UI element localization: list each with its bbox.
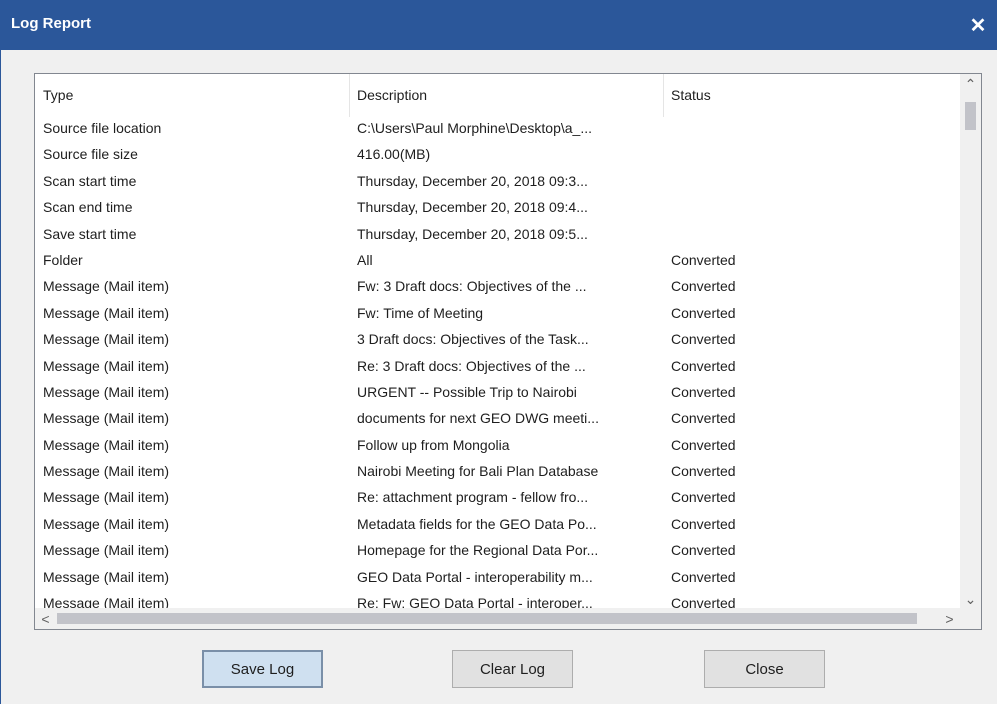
row-description-cell: Thursday, December 20, 2018 09:3... — [357, 172, 588, 189]
row-status-cell: Converted — [671, 436, 736, 453]
scroll-down-icon[interactable]: ⌄ — [960, 589, 981, 610]
scroll-up-icon[interactable]: ⌃ — [960, 74, 981, 95]
scroll-right-icon[interactable]: > — [939, 608, 960, 629]
row-type-cell: Message (Mail item) — [43, 436, 170, 453]
log-list[interactable]: Type Description Status Source file loca… — [34, 73, 982, 630]
row-type-cell: Message (Mail item) — [43, 331, 170, 348]
table-row[interactable]: Message (Mail item) URGENT -- Possible Tr… — [35, 379, 960, 405]
horizontal-scrollbar[interactable]: < > — [35, 608, 960, 629]
row-description-cell: 3 Draft docs: Objectives of the Task... — [357, 331, 589, 348]
row-type-cell: Message (Mail item) — [43, 515, 170, 532]
table-row[interactable]: Message (Mail item) Fw: 3 Draft docs: Obj… — [35, 273, 960, 299]
row-description-cell: Homepage for the Regional Data Por... — [357, 542, 599, 559]
scrollbar-corner — [960, 608, 981, 629]
row-type-cell: Source file location — [43, 120, 162, 136]
row-type-cell: Message (Mail item) — [43, 304, 170, 321]
table-row[interactable]: Message (Mail item) Follow up from Mongol… — [35, 432, 960, 458]
row-status-cell: Converted — [671, 304, 736, 321]
column-header-type[interactable]: Type — [35, 74, 349, 117]
row-status-cell: Converted — [671, 251, 736, 268]
horizontal-scroll-thumb[interactable] — [57, 613, 917, 624]
vertical-scrollbar[interactable]: ⌃ ⌄ — [960, 74, 981, 610]
save-log-button[interactable]: Save Log — [202, 650, 323, 688]
log-report-dialog: Log Report ✕ Type Description Status Sou… — [0, 0, 997, 704]
row-status-cell: Converted — [671, 595, 736, 610]
row-type-cell: Folder — [43, 251, 83, 268]
row-description-cell: Thursday, December 20, 2018 09:4... — [357, 199, 588, 216]
table-row[interactable]: Scan start time Thursday, December 20, 20… — [35, 168, 960, 194]
row-type-cell: Message (Mail item) — [43, 489, 170, 506]
row-description-cell: Re: 3 Draft docs: Objectives of the ... — [357, 357, 586, 374]
row-description-cell: Fw: Time of Meeting — [357, 304, 484, 321]
row-description-cell: GEO Data Portal - interoperability m... — [357, 568, 593, 585]
table-row[interactable]: Scan end time Thursday, December 20, 2018… — [35, 194, 960, 220]
row-description-cell: Metadata fields for the GEO Data Po... — [357, 515, 597, 532]
row-status-cell — [663, 141, 960, 167]
list-rows: Source file location C:\Users\Paul Morphi… — [35, 115, 960, 610]
table-row[interactable]: Message (Mail item) Homepage for the Regi… — [35, 537, 960, 563]
row-type-cell: Message (Mail item) — [43, 595, 170, 610]
row-status-cell: Converted — [671, 542, 736, 559]
table-row[interactable]: Folder All Converted — [35, 247, 960, 273]
row-status-cell — [663, 221, 960, 247]
row-status-cell: Converted — [671, 357, 736, 374]
row-description-cell: 416.00(MB) — [357, 146, 431, 163]
table-row[interactable]: Message (Mail item) 3 Draft docs: Objecti… — [35, 326, 960, 352]
row-type-cell: Save start time — [43, 225, 137, 242]
row-description-cell: All — [357, 251, 373, 268]
table-row[interactable]: Message (Mail item) Fw: Time of Meeting Co… — [35, 300, 960, 326]
row-status-cell: Converted — [671, 331, 736, 348]
row-status-cell: Converted — [671, 383, 736, 400]
row-status-cell: Converted — [671, 489, 736, 506]
table-row[interactable]: Save start time Thursday, December 20, 20… — [35, 221, 960, 247]
table-row[interactable]: Message (Mail item) Re: attachment progra… — [35, 484, 960, 510]
row-type-cell: Message (Mail item) — [43, 410, 170, 427]
row-type-cell: Message (Mail item) — [43, 542, 170, 559]
close-icon[interactable]: ✕ — [958, 0, 997, 50]
table-row[interactable]: Source file size 416.00(MB) — [35, 141, 960, 167]
row-type-cell: Source file size — [43, 146, 138, 163]
table-row[interactable]: Message (Mail item) Metadata fields for t… — [35, 511, 960, 537]
close-button[interactable]: Close — [704, 650, 825, 688]
row-description-cell: Re: Fw: GEO Data Portal - interoper... — [357, 595, 593, 610]
column-header-status[interactable]: Status — [663, 74, 960, 117]
table-row[interactable]: Message (Mail item) Nairobi Meeting for B… — [35, 458, 960, 484]
column-header-description[interactable]: Description — [349, 74, 663, 117]
table-row[interactable]: Message (Mail item) GEO Data Portal - int… — [35, 564, 960, 590]
row-description-cell: Nairobi Meeting for Bali Plan Database — [357, 463, 599, 480]
row-type-cell: Message (Mail item) — [43, 278, 170, 295]
row-type-cell: Message (Mail item) — [43, 357, 170, 374]
row-type-cell: Scan end time — [43, 199, 133, 216]
table-row[interactable]: Message (Mail item) Re: Fw: GEO Data Port… — [35, 590, 960, 610]
title-bar: Log Report ✕ — [1, 0, 997, 50]
list-header: Type Description Status — [35, 74, 960, 117]
clear-log-button[interactable]: Clear Log — [452, 650, 573, 688]
row-status-cell: Converted — [671, 278, 736, 295]
row-status-cell: Converted — [671, 410, 736, 427]
dialog-title: Log Report — [11, 15, 91, 32]
row-description-cell: Thursday, December 20, 2018 09:5... — [357, 225, 588, 242]
row-description-cell: URGENT -- Possible Trip to Nairobi — [357, 383, 577, 400]
row-status-cell: Converted — [671, 515, 736, 532]
row-type-cell: Message (Mail item) — [43, 568, 170, 585]
row-description-cell: C:\Users\Paul Morphine\Desktop\a_... — [357, 120, 592, 136]
table-row[interactable]: Message (Mail item) documents for next GE… — [35, 405, 960, 431]
row-description-cell: Follow up from Mongolia — [357, 436, 510, 453]
row-description-cell: Fw: 3 Draft docs: Objectives of the ... — [357, 278, 587, 295]
row-description-cell: documents for next GEO DWG meeti... — [357, 410, 599, 427]
row-type-cell: Scan start time — [43, 172, 137, 189]
row-status-cell — [663, 115, 960, 141]
row-status-cell — [663, 194, 960, 220]
row-type-cell: Message (Mail item) — [43, 463, 170, 480]
table-row[interactable]: Source file location C:\Users\Paul Morphi… — [35, 115, 960, 141]
row-type-cell: Message (Mail item) — [43, 383, 170, 400]
scroll-left-icon[interactable]: < — [35, 608, 56, 629]
table-row[interactable]: Message (Mail item) Re: 3 Draft docs: Obj… — [35, 353, 960, 379]
row-description-cell: Re: attachment program - fellow fro... — [357, 489, 589, 506]
row-status-cell — [663, 168, 960, 194]
row-status-cell: Converted — [671, 568, 736, 585]
row-status-cell: Converted — [671, 463, 736, 480]
vertical-scroll-thumb[interactable] — [965, 102, 976, 130]
